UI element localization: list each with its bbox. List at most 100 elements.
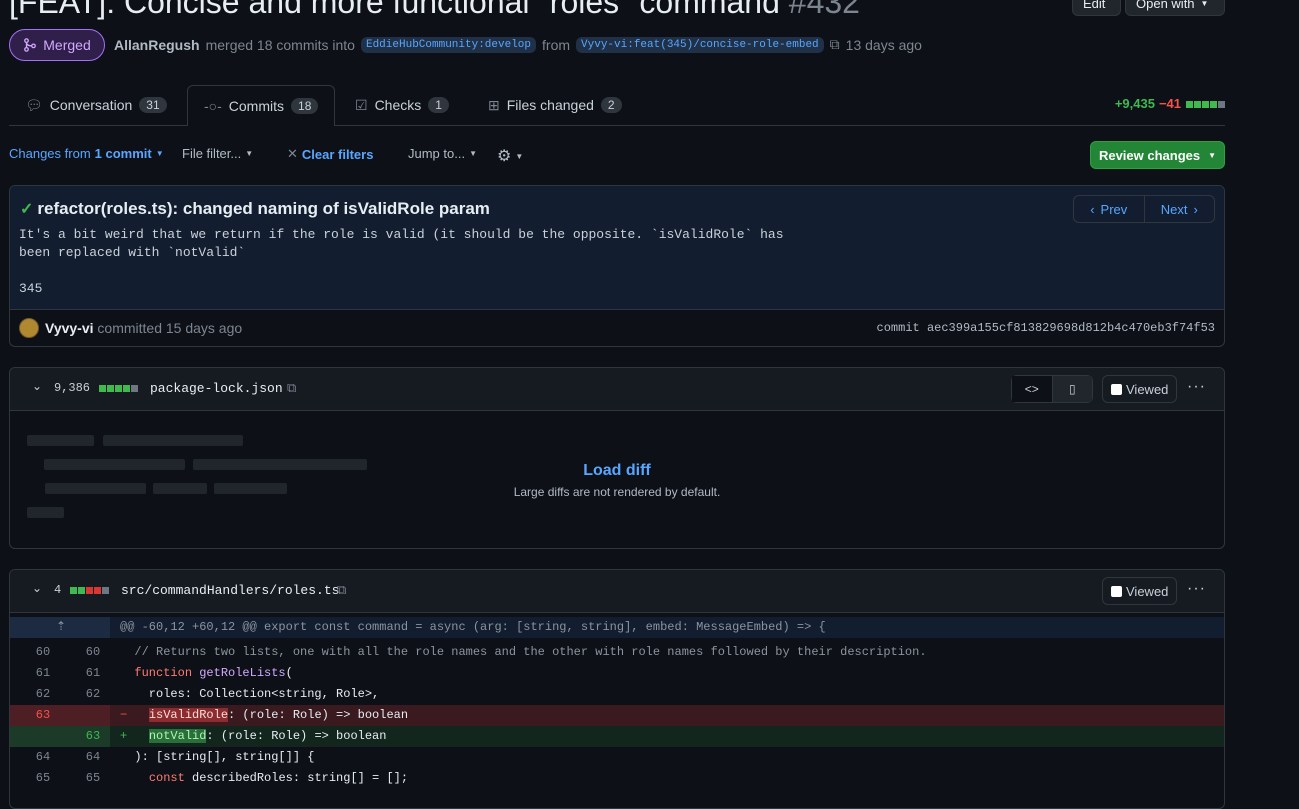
code-view-icon[interactable]: <> [1012, 376, 1053, 402]
diff-settings-button[interactable]: ⚙ ▼ [497, 146, 523, 166]
commit-author[interactable]: Vyvy-vi [45, 320, 94, 336]
new-line-number[interactable]: 64 [68, 747, 118, 768]
file-change-count: 9,386 [54, 381, 91, 395]
avatar[interactable] [19, 318, 39, 338]
x-icon: ✕ [287, 146, 298, 161]
tab-label: Conversation [49, 97, 133, 113]
old-line-number[interactable]: 60 [18, 642, 68, 663]
merge-meta: AllanRegush merged 18 commits into Eddie… [114, 36, 922, 53]
gear-icon: ⚙ [497, 148, 512, 165]
pr-title: [FEAT]: Concise and more functional "rol… [9, 0, 860, 21]
viewed-label: Viewed [1126, 583, 1169, 599]
tab-label: Commits [228, 98, 285, 114]
file-header: ⌄ 4 src/commandHandlers/roles.ts ⧉ Viewe… [10, 570, 1224, 613]
diff-line-added: 63 + notValid: (role: Role) => boolean [10, 726, 1224, 747]
commit-pager: ‹ Prev Next › [1073, 195, 1215, 223]
code-line: + notValid: (role: Role) => boolean [120, 729, 387, 743]
file-diff-roles-ts: ⌄ 4 src/commandHandlers/roles.ts ⧉ Viewe… [9, 569, 1225, 809]
code-line: // Returns two lists, one with all the r… [120, 645, 927, 659]
file-view-icon[interactable]: ▯ [1052, 376, 1092, 402]
tab-count: 31 [139, 97, 167, 113]
diffstat-blocks [1185, 96, 1225, 111]
changes-from-label: Changes from [9, 146, 91, 161]
jump-to-dropdown[interactable]: Jump to... ▼ [408, 146, 477, 161]
expand-up-icon[interactable]: ⇡ [36, 617, 86, 638]
copy-icon[interactable]: ⧉ [287, 380, 296, 396]
pr-title-text: [FEAT]: Concise and more functional "rol… [9, 0, 780, 20]
old-line-number[interactable]: 63 [18, 705, 68, 726]
jump-to-label: Jump to... [408, 146, 466, 161]
tab-conversation[interactable]: 💬︎ Conversation 31 [25, 85, 167, 125]
caret-down-icon: ▼ [155, 149, 164, 158]
checkbox-icon [1111, 383, 1122, 395]
edit-button[interactable]: Edit [1072, 0, 1121, 16]
file-name[interactable]: package-lock.json [150, 381, 283, 396]
code-line: roles: Collection<string, Role>, [120, 687, 380, 701]
new-line-number[interactable]: 63 [68, 726, 118, 747]
chevron-down-icon[interactable]: ⌄ [32, 581, 42, 595]
merged-text: merged 18 commits into [205, 36, 355, 53]
pr-tabs: 💬︎ Conversation 31 -○- Commits 18 ☑ Chec… [9, 85, 1225, 126]
tab-commits[interactable]: -○- Commits 18 [187, 85, 336, 126]
new-line-number[interactable]: 60 [68, 642, 118, 663]
caret-down-icon: ▼ [1200, 0, 1209, 8]
tab-checks[interactable]: ☑ Checks 1 [355, 85, 449, 125]
prev-commit-button[interactable]: ‹ Prev [1074, 196, 1145, 222]
tab-count: 1 [428, 97, 449, 113]
checkbox-icon [1111, 585, 1122, 597]
file-name[interactable]: src/commandHandlers/roles.ts [121, 583, 339, 598]
commit-body-line: 345 [19, 281, 43, 296]
file-change-count: 4 [54, 583, 62, 597]
chevron-left-icon: ‹ [1090, 201, 1095, 217]
viewed-checkbox[interactable]: Viewed [1102, 577, 1178, 605]
next-label: Next [1160, 201, 1188, 217]
check-icon: ✓ [20, 201, 34, 218]
load-diff-note: Large diffs are not rendered by default. [513, 485, 721, 499]
tab-count: 2 [600, 97, 622, 113]
file-diff-package-lock: ⌄ 9,386 package-lock.json ⧉ <> ▯ Viewed … [9, 367, 1225, 549]
code-line: ): [string[], string[]] { [120, 750, 315, 764]
next-commit-button[interactable]: Next › [1145, 196, 1215, 222]
file-filter-dropdown[interactable]: File filter... ▼ [182, 146, 253, 161]
new-line-number[interactable]: 62 [68, 684, 118, 705]
review-changes-button[interactable]: Review changes ▼ [1090, 141, 1225, 169]
pr-number: #432 [788, 0, 860, 20]
old-line-number[interactable]: 64 [18, 747, 68, 768]
chevron-right-icon: › [1193, 201, 1198, 217]
file-header: ⌄ 9,386 package-lock.json ⧉ <> ▯ Viewed … [10, 368, 1224, 411]
changes-from-dropdown[interactable]: Changes from 1 commit ▼ [9, 146, 164, 161]
tab-files-changed[interactable]: ⊞ Files changed 2 [488, 85, 622, 125]
git-merge-icon [24, 38, 37, 52]
copy-icon[interactable]: ⧉ [337, 582, 346, 598]
base-branch[interactable]: EddieHubCommunity:develop [360, 36, 537, 53]
view-toggle: <> ▯ [1011, 375, 1093, 403]
old-line-number[interactable]: 62 [18, 684, 68, 705]
clear-filters-button[interactable]: ✕ Clear filters [287, 146, 373, 162]
load-diff-link[interactable]: Load diff [10, 462, 1224, 480]
commit-summary: ✓ refactor(roles.ts): changed naming of … [9, 185, 1225, 347]
git-commit-icon: -○- [204, 98, 222, 114]
viewed-checkbox[interactable]: Viewed [1102, 375, 1178, 403]
caret-down-icon: ▼ [469, 149, 477, 158]
old-line-number[interactable]: 65 [18, 768, 68, 789]
commit-body-line: been replaced with `notValid` [19, 245, 246, 260]
chevron-down-icon[interactable]: ⌄ [32, 379, 42, 393]
code-line: function getRoleLists( [134, 666, 293, 680]
caret-down-icon: ▼ [1208, 150, 1217, 160]
old-line-number[interactable]: 61 [18, 663, 68, 684]
kebab-menu-icon[interactable]: ··· [1187, 378, 1206, 396]
commit-title[interactable]: ✓ refactor(roles.ts): changed naming of … [20, 199, 490, 219]
commit-sha[interactable]: commit aec399a155cf813829698d812b4c470eb… [877, 321, 1215, 335]
kebab-menu-icon[interactable]: ··· [1187, 580, 1206, 598]
open-with-button[interactable]: Open with ▼ [1125, 0, 1225, 16]
merger-link[interactable]: AllanRegush [114, 37, 200, 53]
status-label: Merged [43, 37, 91, 53]
head-branch[interactable]: Vyvy-vi:feat(345)/concise-role-embed [576, 36, 824, 53]
viewed-label: Viewed [1126, 381, 1169, 397]
new-line-number[interactable]: 65 [68, 768, 118, 789]
hunk-header: @@ -60,12 +60,12 @@ export const command… [120, 620, 826, 634]
commit-header: ✓ refactor(roles.ts): changed naming of … [10, 186, 1224, 310]
prev-label: Prev [1100, 201, 1128, 217]
new-line-number[interactable]: 61 [68, 663, 118, 684]
copy-icon[interactable]: ⧉ [830, 36, 840, 53]
